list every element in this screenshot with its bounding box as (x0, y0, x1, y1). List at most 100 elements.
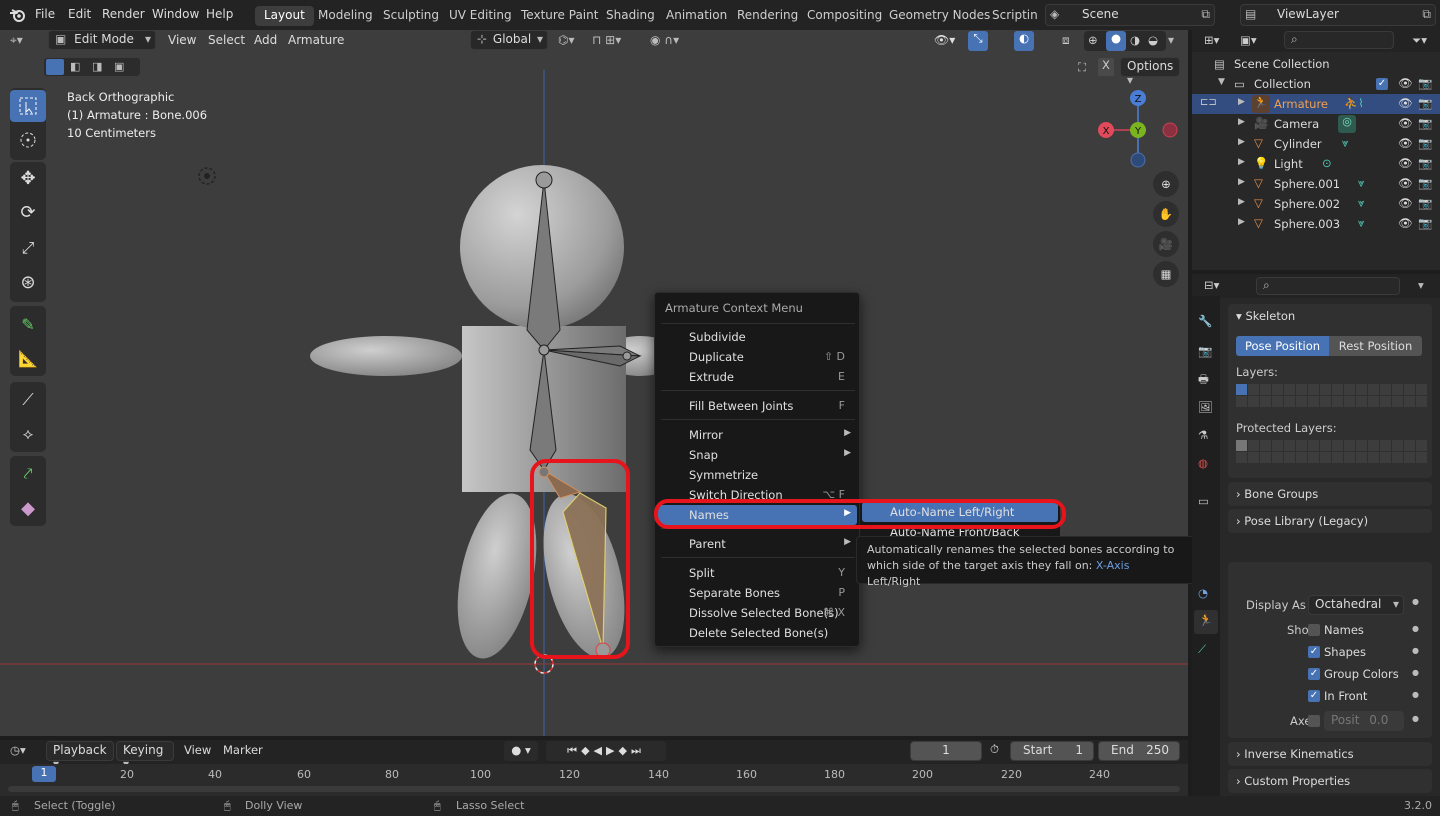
play-reverse-icon[interactable]: ◀ (594, 744, 606, 757)
bone-groups-panel[interactable]: › Bone Groups (1228, 482, 1432, 506)
keyframe-dot-icon[interactable]: ● (1412, 624, 1419, 633)
render-camera-icon[interactable]: 📷 (1418, 176, 1432, 190)
physics-tab-icon[interactable]: ◔ (1198, 586, 1208, 600)
menu-item-separate-bones[interactable]: Separate Bones P (657, 583, 857, 603)
outliner-item-sphere-002[interactable]: ▶ ▽ Sphere.002 ⩔ 👁 📷 (1192, 194, 1440, 214)
keyframe-dot-icon[interactable]: ● (1412, 714, 1419, 723)
rest-position-button[interactable]: Rest Position (1329, 336, 1422, 356)
jump-end-icon[interactable]: ⏭ (631, 744, 645, 757)
prev-keyframe-icon[interactable]: ◆ (581, 744, 593, 757)
next-keyframe-icon[interactable]: ◆ (618, 744, 630, 757)
inverse-kinematics-panel[interactable]: › Inverse Kinematics (1228, 742, 1432, 766)
pose-library-panel[interactable]: › Pose Library (Legacy) (1228, 509, 1432, 533)
edit-mode-toggle-icon[interactable]: ⊏⊐ (1200, 97, 1217, 108)
outliner-item-sphere-003[interactable]: ▶ ▽ Sphere.003 ⩔ 👁 📷 (1192, 214, 1440, 234)
show-in-front-checkbox[interactable]: ✓ (1308, 690, 1320, 702)
new-scene-icon[interactable]: ⧉ (1201, 7, 1210, 22)
move-tool[interactable]: ✥ (10, 162, 46, 194)
view-layer-selector[interactable]: ▤ ViewLayer ⧉ (1240, 4, 1436, 26)
menu-item-extrude[interactable]: Extrude E (657, 367, 857, 387)
rendered-shading-icon[interactable]: ◒ (1148, 33, 1158, 47)
mirror-x-toggle[interactable]: X (1098, 58, 1114, 76)
transform-tool[interactable]: ⊛ (10, 266, 46, 298)
menu-file[interactable]: File (35, 7, 55, 21)
menu-add[interactable]: Add (254, 33, 277, 47)
menu-window[interactable]: Window (152, 7, 199, 21)
options-dropdown[interactable]: Options ▾ (1120, 57, 1180, 87)
render-camera-icon[interactable]: 📷 (1418, 96, 1432, 110)
exclude-checkbox[interactable]: ✓ (1376, 78, 1388, 90)
rotate-tool[interactable]: ⟳ (10, 196, 46, 228)
menu-edit[interactable]: Edit (68, 7, 91, 21)
xray-icon[interactable]: ⧈ (1062, 33, 1070, 48)
menu-help[interactable]: Help (206, 7, 233, 21)
eye-icon[interactable]: 👁 (1398, 216, 1413, 230)
render-camera-icon[interactable]: 📷 (1418, 76, 1432, 90)
menu-item-split[interactable]: Split Y (657, 563, 857, 583)
show-names-checkbox[interactable] (1308, 624, 1320, 636)
render-camera-icon[interactable]: 📷 (1418, 156, 1432, 170)
keyframe-dot-icon[interactable]: ● (1412, 597, 1419, 606)
view-layer-tab-icon[interactable]: 🖼 (1198, 400, 1213, 414)
tab-compositing[interactable]: Compositing (798, 6, 891, 26)
collection-tab-icon[interactable]: ▭ (1198, 494, 1209, 508)
select-subtract-icon[interactable]: ◨ (92, 60, 102, 73)
wireframe-shading-icon[interactable]: ⊕ (1088, 33, 1098, 47)
select-extend-icon[interactable]: ◧ (70, 60, 80, 73)
chevron-down-icon[interactable]: ▾ (1418, 278, 1424, 292)
start-frame-field[interactable]: Start 1 (1010, 741, 1094, 761)
playback-dropdown[interactable]: Playback ▾ (46, 741, 114, 771)
solid-shading-icon[interactable]: ● (1106, 31, 1126, 51)
transform-orientation-dropdown[interactable]: ⊹ Global ▾ (470, 30, 548, 50)
timeline-menu-view[interactable]: View (184, 743, 211, 757)
3d-viewport[interactable]: ⌖▾ ▣ Edit Mode ▾ View Select Add Armatur… (0, 30, 1188, 736)
outliner-collection[interactable]: ▼ ▭ Collection ✓ 👁 📷 (1192, 74, 1440, 94)
timeline-ruler[interactable]: 1 20 40 60 80 100 120 140 160 180 200 22… (0, 764, 1188, 796)
show-shapes-checkbox[interactable]: ✓ (1308, 646, 1320, 658)
record-button[interactable]: ● ▾ (504, 741, 538, 761)
zoom-button[interactable]: ⊕ (1153, 171, 1179, 197)
shading-options-icon[interactable]: ▾ (1168, 33, 1174, 47)
properties-search-input[interactable]: ⌕ (1256, 277, 1400, 295)
tab-shading[interactable]: Shading (597, 6, 664, 26)
menu-select[interactable]: Select (208, 33, 245, 47)
keying-dropdown[interactable]: Keying ▾ (116, 741, 174, 771)
proportional-edit-icon[interactable]: ◉ ∩▾ (650, 33, 679, 47)
gizmo-toggle-icon[interactable]: ⤡ (968, 31, 988, 51)
render-tab-icon[interactable]: 📷 (1198, 344, 1212, 358)
pivot-icon[interactable]: ⌬▾ (558, 33, 575, 47)
navigation-gizmo[interactable]: Z X Y (1098, 88, 1182, 172)
editor-type-icon[interactable]: ⊟▾ (1204, 278, 1219, 292)
protected-layers-a[interactable] (1236, 440, 1331, 463)
ortho-toggle-button[interactable]: ▦ (1153, 261, 1179, 287)
tab-geometry-nodes[interactable]: Geometry Nodes (880, 6, 999, 26)
protected-layers-b[interactable] (1332, 440, 1427, 463)
skeleton-panel-header[interactable]: ▾ Skeleton (1236, 309, 1295, 323)
select-new-icon[interactable] (46, 59, 64, 75)
blender-logo-icon[interactable] (9, 7, 26, 23)
collapse-arrow-icon[interactable]: ▼ (1218, 77, 1225, 87)
show-axes-checkbox[interactable] (1308, 715, 1320, 727)
tab-animation[interactable]: Animation (657, 6, 736, 26)
show-group-colors-checkbox[interactable]: ✓ (1308, 668, 1320, 680)
editor-type-icon[interactable]: ⌖▾ (10, 33, 23, 48)
clock-icon[interactable]: ⏱ (990, 742, 999, 757)
envelope-tool[interactable]: ◆ (10, 492, 46, 524)
pose-position-button[interactable]: Pose Position (1236, 336, 1329, 356)
outliner-item-cylinder[interactable]: ▶ ▽ Cylinder ⩔ 👁 📷 (1192, 134, 1440, 154)
outliner-item-armature[interactable]: ⊏⊐ ▶ 🏃 Armature ⛹⌇ 👁 📷 (1192, 94, 1440, 114)
overlay-toggle-icon[interactable]: ◐ (1014, 31, 1034, 51)
mode-dropdown[interactable]: ▣ Edit Mode ▾ (48, 30, 156, 50)
display-as-dropdown[interactable]: Octahedral ▾ (1308, 595, 1404, 615)
eye-icon[interactable]: 👁 (1398, 196, 1413, 210)
render-camera-icon[interactable]: 📷 (1418, 136, 1432, 150)
menu-item-delete-bones[interactable]: Delete Selected Bone(s) (657, 623, 857, 643)
material-shading-icon[interactable]: ◑ (1130, 33, 1140, 47)
bone-layers-a[interactable] (1236, 384, 1331, 407)
filter-icon[interactable]: ⏷▾ (1412, 33, 1427, 48)
menu-armature[interactable]: Armature (288, 33, 344, 47)
bone-size-tool[interactable]: ⟡ (10, 418, 46, 450)
menu-render[interactable]: Render (102, 7, 145, 21)
filter-view-icon[interactable]: ▣▾ (1240, 33, 1257, 47)
snap-icon[interactable]: ⊓ ⊞▾ (592, 33, 621, 47)
